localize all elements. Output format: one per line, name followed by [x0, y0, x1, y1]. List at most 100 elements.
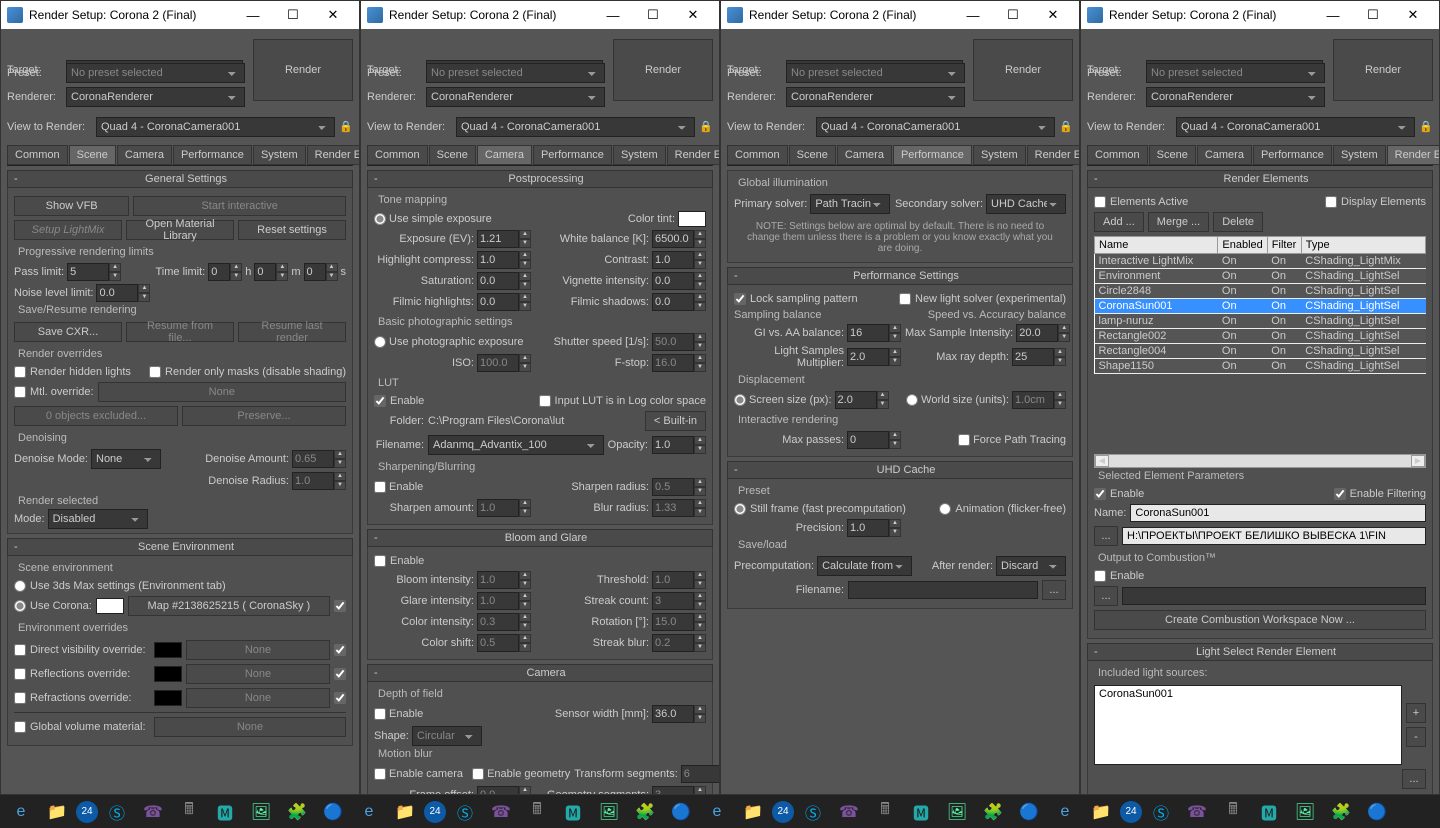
group-general-settings[interactable]: -General Settings	[7, 170, 353, 188]
dof-enable-checkbox[interactable]	[374, 708, 386, 720]
transform-segments-input[interactable]	[681, 765, 719, 783]
time-h-input[interactable]	[208, 263, 230, 281]
ie-icon[interactable]: e	[700, 798, 734, 826]
renderer-select[interactable]: CoronaRenderer	[786, 87, 965, 107]
contrast-input[interactable]	[652, 251, 694, 269]
table-row[interactable]: Interactive LightMixOnOnCShading_LightMi…	[1095, 254, 1426, 269]
tab-scene[interactable]: Scene	[429, 145, 476, 165]
3dsmax-icon[interactable]: 🅼	[904, 798, 938, 826]
element-path-input[interactable]	[1122, 527, 1426, 545]
renderer-select[interactable]: CoronaRenderer	[426, 87, 605, 107]
preset-select[interactable]: No preset selected	[426, 63, 605, 83]
table-row[interactable]: Circle2848OnOnCShading_LightSel	[1095, 284, 1426, 299]
tab-common[interactable]: Common	[367, 145, 428, 165]
close-button[interactable]: ✕	[673, 1, 713, 29]
preserve-button[interactable]: Preserve...	[182, 406, 346, 426]
uhd-browse-button[interactable]: ...	[1042, 580, 1066, 600]
secondary-solver-select[interactable]: UHD Cache	[986, 194, 1066, 214]
table-row[interactable]: Shape1150OnOnCShading_LightSel	[1095, 359, 1426, 374]
viber-icon[interactable]: ☎	[832, 798, 866, 826]
tab-common[interactable]: Common	[7, 145, 68, 165]
render-button[interactable]: Render	[1333, 39, 1433, 101]
included-lights-list[interactable]: CoronaSun001	[1094, 685, 1402, 765]
remove-light-button[interactable]: -	[1406, 727, 1426, 747]
lock-icon[interactable]: 🔒	[1059, 120, 1073, 134]
view-select[interactable]: Quad 4 - CoronaCamera001	[1176, 117, 1415, 137]
explorer-icon[interactable]: 📁	[40, 798, 74, 826]
tab-render-elements[interactable]: Render Elements	[1027, 145, 1079, 165]
table-row[interactable]: EnvironmentOnOnCShading_LightSel	[1095, 269, 1426, 284]
tab-system[interactable]: System	[1333, 145, 1386, 165]
refractions-checkbox[interactable]	[14, 692, 26, 704]
corona-color-swatch[interactable]	[96, 598, 124, 614]
new-light-solver-checkbox[interactable]	[899, 293, 911, 305]
explorer-icon[interactable]: 📁	[388, 798, 422, 826]
group-camera[interactable]: -Camera	[367, 664, 713, 682]
mb-camera-checkbox[interactable]	[374, 768, 386, 780]
tab-performance[interactable]: Performance	[1253, 145, 1332, 165]
frame-offset-input[interactable]	[477, 786, 519, 794]
tab-camera[interactable]: Camera	[117, 145, 172, 165]
table-scrollbar[interactable]: ◀▶	[1094, 454, 1426, 468]
display-elements-checkbox[interactable]	[1325, 196, 1337, 208]
exposure-input[interactable]	[477, 230, 519, 248]
filmic-highlights-input[interactable]	[477, 293, 519, 311]
tab-common[interactable]: Common	[1087, 145, 1148, 165]
global-volume-button[interactable]: None	[154, 717, 346, 737]
ps-icon[interactable]: 🖼	[244, 798, 278, 826]
shape-select[interactable]: Circular	[412, 726, 482, 746]
saturation-input[interactable]	[477, 272, 519, 290]
mb-geometry-checkbox[interactable]	[472, 768, 484, 780]
sensor-width-input[interactable]	[652, 705, 694, 723]
lock-sampling-checkbox[interactable]	[734, 293, 746, 305]
still-frame-radio[interactable]	[734, 503, 746, 515]
use-corona-radio[interactable]	[14, 600, 26, 612]
lock-icon[interactable]: 🔒	[1419, 120, 1433, 134]
delete-button[interactable]: Delete	[1213, 212, 1263, 232]
view-select[interactable]: Quad 4 - CoronaCamera001	[816, 117, 1055, 137]
bloom-intensity-input[interactable]	[477, 571, 519, 589]
after-render-select[interactable]: Discard	[996, 556, 1066, 576]
streak-blur-input[interactable]	[652, 634, 694, 652]
use-3dsmax-radio[interactable]	[14, 580, 26, 592]
table-row[interactable]: CoronaSun001OnOnCShading_LightSel	[1095, 299, 1426, 314]
noise-limit-input[interactable]	[96, 284, 138, 302]
chrome-icon[interactable]: 🔵	[664, 798, 698, 826]
add-light-button[interactable]: +	[1406, 703, 1426, 723]
preset-select[interactable]: No preset selected	[1146, 63, 1325, 83]
group-light-select[interactable]: -Light Select Render Element	[1087, 643, 1433, 661]
corona-map-checkbox[interactable]	[334, 600, 346, 612]
tab-system[interactable]: System	[613, 145, 666, 165]
group-bloom-glare[interactable]: -Bloom and Glare	[367, 529, 713, 547]
light-samples-input[interactable]	[847, 348, 889, 366]
tab-camera[interactable]: Camera	[837, 145, 892, 165]
blur-radius-input[interactable]	[652, 499, 694, 517]
puzzle-icon[interactable]: 🧩	[976, 798, 1010, 826]
lut-builtin-button[interactable]: < Built-in	[645, 411, 706, 431]
group-postprocessing[interactable]: -Postprocessing	[367, 170, 713, 188]
maximize-button[interactable]: ☐	[1353, 1, 1393, 29]
render-mode-select[interactable]: Disabled	[48, 509, 148, 529]
tab-system[interactable]: System	[253, 145, 306, 165]
chrome-icon[interactable]: 🔵	[1360, 798, 1394, 826]
animation-radio[interactable]	[939, 503, 951, 515]
resume-file-button[interactable]: Resume from file...	[126, 322, 234, 342]
denoise-mode-select[interactable]: None	[91, 449, 161, 469]
element-name-input[interactable]	[1130, 504, 1426, 522]
precomputation-select[interactable]: Calculate from scrat	[817, 556, 912, 576]
teamviewer-icon[interactable]: 24	[424, 801, 446, 823]
screen-size-input[interactable]	[835, 391, 877, 409]
tab-camera[interactable]: Camera	[477, 145, 532, 165]
geometry-segments-input[interactable]	[652, 786, 694, 794]
use-photo-radio[interactable]	[374, 336, 386, 348]
denoise-radius-input[interactable]	[292, 472, 334, 490]
gi-aa-input[interactable]	[847, 324, 889, 342]
3dsmax-icon[interactable]: 🅼	[208, 798, 242, 826]
view-select[interactable]: Quad 4 - CoronaCamera001	[96, 117, 335, 137]
ie-icon[interactable]: e	[1048, 798, 1082, 826]
time-s-input[interactable]	[304, 263, 326, 281]
view-select[interactable]: Quad 4 - CoronaCamera001	[456, 117, 695, 137]
ie-icon[interactable]: e	[352, 798, 386, 826]
teamviewer-icon[interactable]: 24	[76, 801, 98, 823]
sharpen-radius-input[interactable]	[652, 478, 694, 496]
